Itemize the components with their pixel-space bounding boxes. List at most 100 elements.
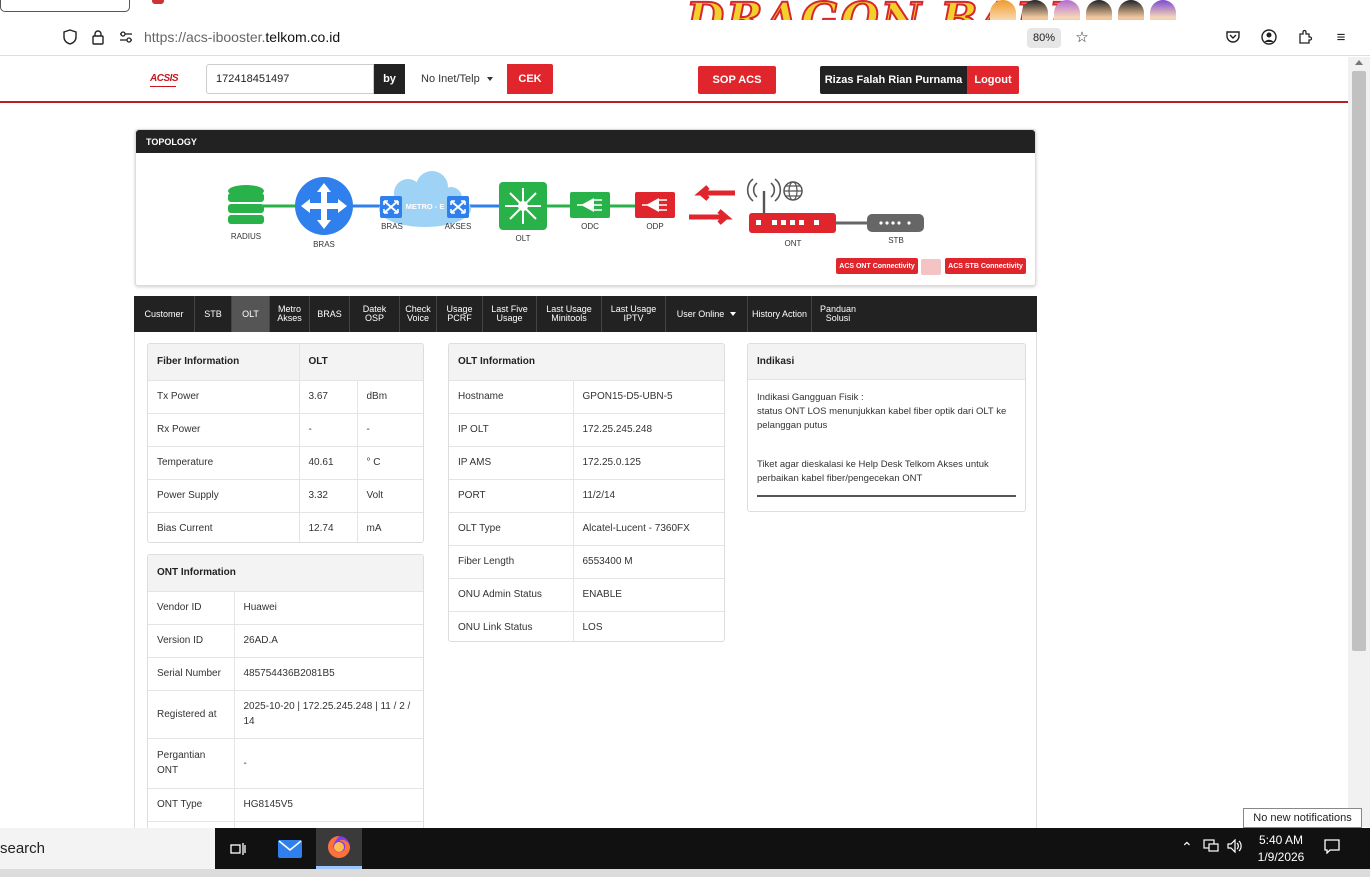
zoom-level[interactable]: 80% [1027, 28, 1061, 48]
row-value: 12.74 [299, 512, 358, 542]
tab-panduan-solusi[interactable]: Panduan Solusi [812, 296, 864, 332]
row-value: Huawei [234, 591, 423, 625]
olt-icon[interactable] [499, 182, 547, 230]
tab-favicon[interactable] [152, 0, 164, 4]
row-value: 26AD.A [234, 624, 423, 658]
tab-datek-osp[interactable]: Datek OSP [350, 296, 400, 332]
tab-label: OLT [242, 308, 259, 319]
odp-label: ODP [646, 222, 663, 231]
globe-icon [783, 181, 803, 201]
task-view-icon[interactable] [215, 828, 261, 869]
tab-olt[interactable]: OLT [232, 296, 270, 332]
akses-switch-icon[interactable] [447, 196, 469, 218]
search-input[interactable] [206, 64, 374, 94]
main-nav-tabs: Customer STB OLT Metro Akses BRAS Datek … [134, 296, 1037, 332]
tab-label: Customer [144, 308, 184, 319]
table-row: ONU Link Status LOS [449, 611, 724, 641]
lock-icon[interactable] [87, 26, 109, 48]
tab-label: Last Usage Minitools [546, 304, 592, 323]
scroll-up-icon[interactable] [1355, 60, 1363, 65]
volume-icon[interactable] [1227, 838, 1243, 856]
scroll-thumb[interactable] [1352, 71, 1366, 651]
ont-information-panel: ONT Information Vendor ID Huawei Version… [147, 554, 424, 844]
extensions-icon[interactable] [1294, 26, 1316, 48]
tab-check-voice[interactable]: Check Voice [400, 296, 437, 332]
row-value: - [234, 738, 423, 789]
tab-label: Last Five Usage [491, 304, 528, 323]
stb-icon[interactable] [867, 214, 924, 232]
taskbar-clock[interactable]: 5:40 AM 1/9/2026 [1252, 832, 1310, 866]
sop-acs-button[interactable]: SOP ACS [698, 66, 776, 94]
indikasi-divider [757, 495, 1016, 497]
tab-last-usage-iptv[interactable]: Last Usage IPTV [602, 296, 666, 332]
tab-usage-pcrf[interactable]: Usage PCRF [437, 296, 483, 332]
notification-center-icon[interactable] [1324, 839, 1340, 857]
row-value: LOS [582, 622, 603, 634]
acsis-logo[interactable]: ACSIS [150, 73, 179, 87]
tab-label: STB [204, 308, 222, 319]
tab-bras[interactable]: BRAS [310, 296, 350, 332]
row-label: Serial Number [148, 657, 235, 691]
tab-last-usage-minitools[interactable]: Last Usage Minitools [537, 296, 602, 332]
account-icon[interactable] [1258, 26, 1280, 48]
row-unit: dBm [357, 380, 423, 414]
shield-icon[interactable] [59, 26, 81, 48]
browser-toolbar: https://acs-ibooster.telkom.co.id 80% ☆ … [0, 20, 1370, 56]
row-value: 11/2/14 [573, 479, 724, 513]
row-unit: ° C [357, 446, 423, 480]
search-type-select[interactable]: No Inet/Telp [410, 64, 507, 94]
odp-icon[interactable] [635, 192, 675, 218]
ont-icon[interactable] [746, 178, 836, 233]
menu-icon[interactable]: ≡ [1330, 26, 1352, 48]
table-header-row: ONT Information [148, 555, 423, 592]
firefox-icon[interactable] [316, 828, 362, 869]
table-row: Tx Power 3.67 dBm [148, 380, 423, 414]
cek-button[interactable]: CEK [507, 64, 553, 94]
connectivity-toggle[interactable] [921, 259, 941, 275]
clock-date: 1/9/2026 [1257, 850, 1305, 864]
mail-icon[interactable] [267, 828, 313, 869]
table-row: Serial Number 485754436B2081B5 [148, 657, 423, 691]
network-icon[interactable] [1203, 839, 1219, 856]
olt-information-table: OLT Information Hostname GPON15-D5-UBN-5… [449, 344, 724, 641]
indikasi-line: status ONT LOS menunjukkan kabel fiber o… [757, 406, 1007, 431]
indikasi-panel: Indikasi Indikasi Gangguan Fisik : statu… [747, 343, 1026, 512]
chevron-down-icon [730, 312, 737, 316]
radius-icon[interactable] [228, 185, 264, 224]
row-label: ONU Admin Status [449, 578, 574, 612]
acs-ont-connectivity-button[interactable]: ACS ONT Connectivity [836, 258, 918, 274]
logout-button[interactable]: Logout [967, 66, 1019, 94]
tab-customer[interactable]: Customer [134, 296, 195, 332]
page-scrollbar[interactable] [1348, 57, 1370, 827]
tab-history-action[interactable]: History Action [748, 296, 812, 332]
url-bar[interactable]: https://acs-ibooster.telkom.co.id [144, 29, 340, 45]
row-unit: mA [366, 523, 382, 535]
tab-last-five-usage[interactable]: Last Five Usage [483, 296, 537, 332]
site-settings-icon[interactable] [115, 26, 137, 48]
tab-stb[interactable]: STB [195, 296, 232, 332]
row-value: ENABLE [573, 578, 724, 612]
row-label: Tx Power [148, 380, 300, 414]
url-domain: telkom.co.id [265, 29, 341, 45]
indikasi-body: Indikasi Gangguan Fisik : status ONT LOS… [748, 380, 1025, 486]
taskbar-search[interactable]: search [0, 828, 215, 869]
olt-tab-content: Fiber Information OLT Tx Power 3.67 dBm … [134, 332, 1037, 844]
stb-label: STB [888, 236, 904, 245]
bras-switch-icon[interactable] [380, 196, 402, 218]
row-value: 3.67 [299, 380, 358, 414]
bookmark-star-icon[interactable]: ☆ [1071, 26, 1093, 48]
akses-label: AKSES [445, 222, 472, 231]
row-label: IP OLT [449, 413, 574, 447]
tab-user-online[interactable]: User Online [666, 296, 748, 332]
acs-stb-connectivity-button[interactable]: ACS STB Connectivity [945, 258, 1026, 274]
ont-label: ONT [785, 239, 802, 248]
browser-tab-active[interactable] [0, 0, 130, 12]
pocket-icon[interactable] [1222, 26, 1244, 48]
odc-icon[interactable] [570, 192, 610, 218]
row-value: 40.61 [299, 446, 358, 480]
row-label: IP AMS [449, 446, 574, 480]
bras-router-icon[interactable] [295, 177, 353, 235]
chevron-up-icon[interactable]: ⌃ [1181, 839, 1193, 856]
tab-metro-akses[interactable]: Metro Akses [270, 296, 310, 332]
row-value: 172.25.0.125 [573, 446, 724, 480]
